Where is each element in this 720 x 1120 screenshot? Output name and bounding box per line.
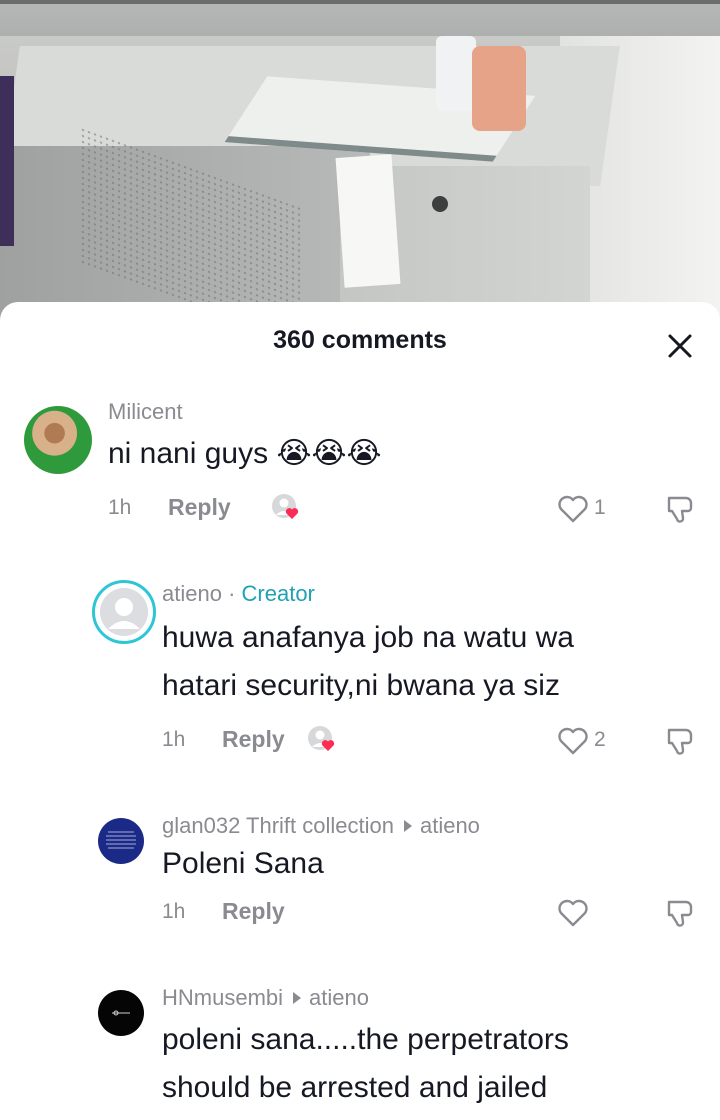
avatar-text-graphic [106, 831, 136, 849]
comment-username[interactable]: HNmusembi atieno [162, 985, 369, 1011]
comment-time: 1h [162, 900, 186, 923]
video-background[interactable] [0, 36, 720, 326]
like-heart-icon[interactable] [556, 724, 590, 758]
comment-username[interactable]: glan032 Thrift collection atieno [162, 813, 480, 839]
comment-item: HNmusembi atieno poleni sana.....the perp… [0, 982, 720, 1120]
avatar[interactable] [24, 406, 92, 474]
reply-to-username[interactable]: atieno [420, 813, 480, 838]
orange-container [472, 46, 526, 131]
like-heart-icon[interactable] [556, 896, 590, 930]
comment-time: 1h [162, 728, 186, 751]
creator-liked-icon [308, 726, 335, 751]
username-text[interactable]: HNmusembi [162, 985, 283, 1010]
reply-button[interactable]: Reply [168, 494, 231, 521]
comment-item: Milicent ni nani guys 😭😭😭 1h Reply 1 [0, 399, 720, 532]
comment-text-line-1: huwa anafanya job na watu wa [162, 621, 574, 654]
reply-button[interactable]: Reply [222, 898, 285, 925]
creator-badge: Creator [241, 581, 315, 606]
comment-username[interactable]: atieno · Creator [162, 581, 315, 607]
reply-arrow-icon [403, 820, 412, 832]
avatar[interactable] [98, 990, 144, 1036]
username-text[interactable]: atieno [162, 581, 222, 606]
reply-arrow-icon [293, 992, 302, 1004]
comments-count-title: 360 comments [273, 326, 447, 354]
username-text[interactable]: glan032 Thrift collection [162, 813, 394, 838]
comment-username[interactable]: Milicent [108, 399, 183, 425]
comment-text-line-1: poleni sana.....the perpetrators [162, 1023, 569, 1056]
comments-sheet: 360 comments Milicent ni nani guys 😭😭😭 1… [0, 302, 720, 1120]
comment-time: 1h [108, 496, 132, 519]
close-icon[interactable] [662, 328, 698, 364]
dislike-icon[interactable] [664, 492, 696, 526]
dislike-icon[interactable] [664, 896, 696, 930]
comment-item: glan032 Thrift collection atieno Poleni S… [0, 810, 720, 940]
avatar[interactable] [98, 818, 144, 864]
default-avatar-icon [100, 588, 148, 636]
avatar-graphic [112, 1010, 130, 1016]
left-strip [0, 76, 14, 246]
lock-hole [432, 196, 448, 212]
avatar[interactable] [92, 580, 156, 644]
like-heart-icon[interactable] [556, 492, 590, 526]
comment-text-line-2: should be arrested and jailed [162, 1071, 548, 1104]
creator-liked-icon [272, 494, 299, 519]
reply-button[interactable]: Reply [222, 726, 285, 753]
dislike-icon[interactable] [664, 724, 696, 758]
like-count: 2 [594, 728, 606, 751]
comment-text: Poleni Sana [162, 847, 324, 880]
comment-text: ni nani guys 😭😭😭 [108, 437, 382, 470]
like-count: 1 [594, 496, 606, 519]
comment-item: atieno · Creator huwa anafanya job na wa… [0, 578, 720, 768]
status-bar [0, 0, 720, 36]
comment-text-line-2: hatari security,ni bwana ya siz [162, 669, 560, 702]
reply-to-username[interactable]: atieno [309, 985, 369, 1010]
tape [335, 154, 401, 288]
bottle [436, 36, 476, 111]
separator: · [221, 581, 242, 606]
